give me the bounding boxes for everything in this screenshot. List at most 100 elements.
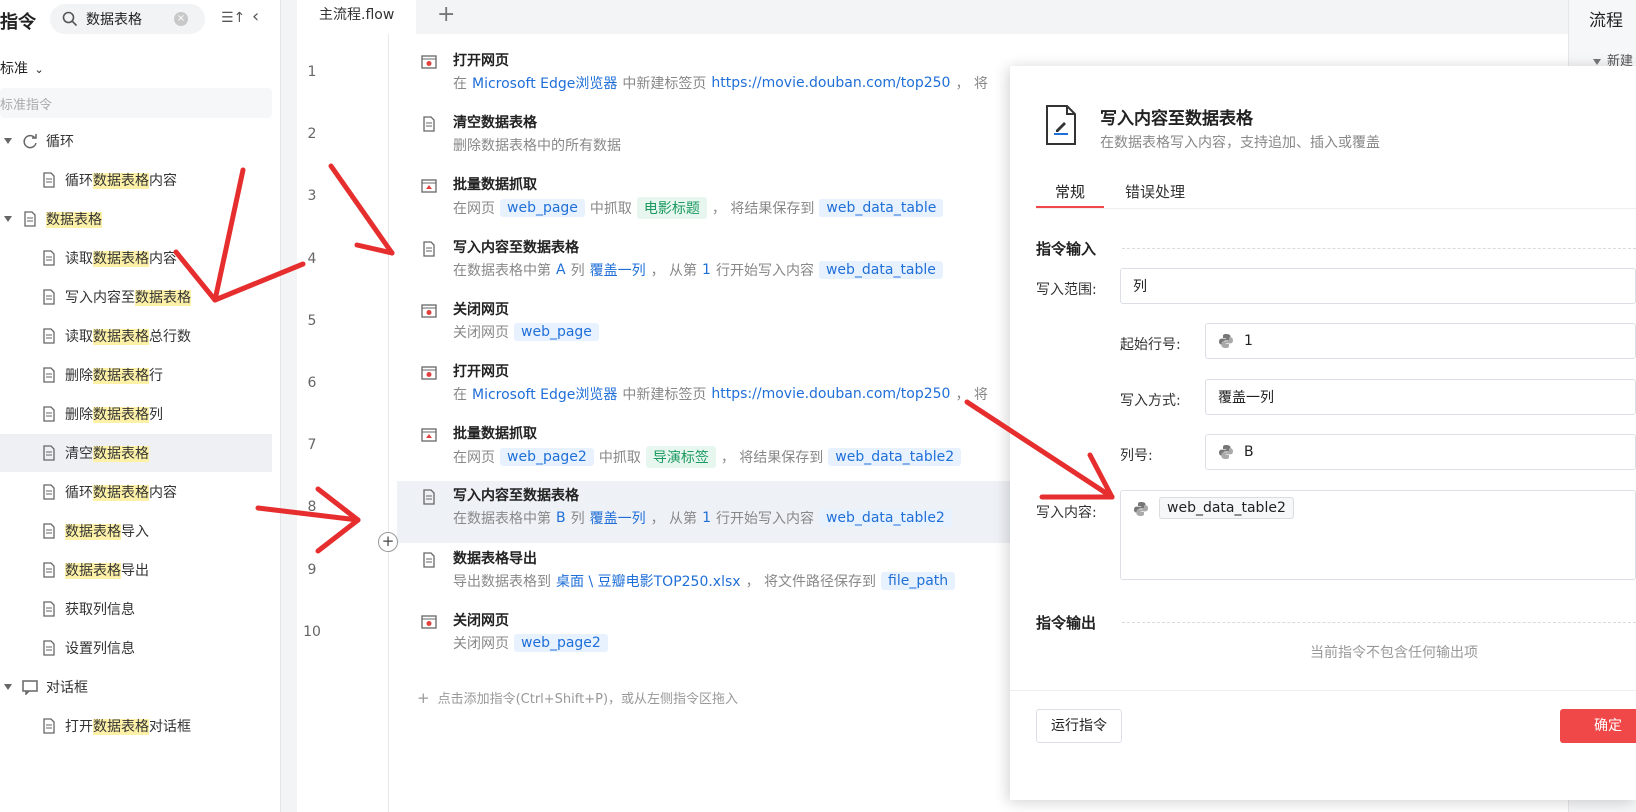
flow-step[interactable]: 打开网页在 Microsoft Edge浏览器 中新建标签页 https://movi…: [397, 46, 1017, 108]
tree-item-label: 读取数据表格内容: [65, 251, 177, 267]
write-mode-label: 写入方式:: [1120, 393, 1181, 409]
expand-icon: [4, 216, 12, 222]
start-row-input[interactable]: 1: [1205, 323, 1636, 359]
write-mode-select[interactable]: 覆盖一列: [1205, 379, 1636, 415]
export-icon: [421, 551, 437, 568]
instruction-dialog: 写入内容至数据表格 在数据表格写入内容，支持追加、插入或覆盖 常规 错误处理 指…: [1010, 66, 1636, 800]
category-select[interactable]: 标准 ⌄: [0, 58, 44, 78]
step-text: 中抓取: [589, 201, 632, 218]
set-column-icon: [41, 640, 57, 656]
clear-table-icon: [421, 116, 437, 132]
confirm-button[interactable]: 确定: [1560, 709, 1636, 743]
line-number: 3: [307, 188, 317, 205]
tree-item[interactable]: 设置列信息: [41, 629, 135, 667]
gutter-divider: [388, 34, 389, 812]
range-select[interactable]: 列: [1120, 268, 1636, 304]
browser-icon: [421, 365, 437, 381]
flow-step[interactable]: 写入内容至数据表格 在数据表格中第 B 列覆盖一列， 从第 1 行开始写入内容 web_da…: [397, 481, 1017, 544]
step-text: 在网页: [453, 450, 495, 467]
standard-filter-input[interactable]: 标准指令: [0, 88, 272, 118]
sort-icon[interactable]: ☰↑: [221, 10, 245, 26]
tree-item[interactable]: 循环数据表格内容: [41, 161, 177, 199]
step-text: 在: [453, 387, 467, 403]
loop-icon: [22, 133, 38, 149]
tree-item[interactable]: 打开数据表格对话框: [41, 707, 191, 745]
tab-main-flow[interactable]: 主流程.flow: [297, 0, 417, 34]
search-box[interactable]: 数据表格 ×: [50, 4, 205, 34]
tree-item[interactable]: 写入内容至数据表格: [41, 278, 191, 316]
tree-item-label: 循环数据表格内容: [65, 173, 177, 189]
content-input[interactable]: web_data_table2: [1120, 490, 1636, 580]
tab-error-handling[interactable]: 错误处理: [1125, 181, 1185, 202]
step-title: 打开网页: [453, 53, 509, 69]
search-icon: [62, 11, 78, 27]
tree-item-label: 清空数据表格: [65, 446, 149, 462]
variable-chip[interactable]: web_data_table2: [1159, 497, 1294, 519]
scrape-icon: [421, 178, 437, 194]
step-title: 写入内容至数据表格: [453, 488, 579, 505]
tree-group[interactable]: 循环: [4, 126, 74, 156]
step-text: https://movie.douban.com/top250: [711, 386, 951, 402]
step-title: 打开网页: [453, 364, 509, 380]
start-row-value: 1: [1244, 333, 1253, 349]
tree-item[interactable]: 清空数据表格: [0, 434, 272, 472]
scrape-icon: [421, 427, 437, 443]
line-number: 7: [307, 437, 317, 454]
tree-item[interactable]: 数据表格导入: [41, 512, 149, 550]
flow-step[interactable]: 写入内容至数据表格 在数据表格中第 A 列覆盖一列， 从第 1 行开始写入内容 web_da…: [397, 233, 1017, 295]
flow-step[interactable]: 清空数据表格 删除数据表格中的所有数据: [397, 108, 1017, 170]
column-value: B: [1244, 444, 1254, 460]
search-input[interactable]: 数据表格: [86, 9, 142, 29]
add-tab-button[interactable]: +: [437, 2, 455, 27]
loop-table-icon: [41, 484, 57, 500]
tree-item[interactable]: 数据表格导出: [41, 551, 149, 589]
tab-general[interactable]: 常规: [1040, 181, 1100, 202]
panel-title: 指令: [0, 12, 36, 33]
tree-item[interactable]: 获取列信息: [41, 590, 135, 628]
tree-item[interactable]: 删除数据表格行: [41, 356, 163, 394]
instruction-panel: 指令 数据表格 × ☰↑ ‹ 标准 ⌄ 标准指令 循环 循环数据表格内容 数据表格读…: [0, 0, 281, 812]
tree-item-label: 打开数据表格对话框: [65, 719, 191, 735]
flow-step[interactable]: 批量数据抓取 在网页 web_page2 中抓取 导演标签， 将结果保存到 web_dat…: [397, 419, 1017, 481]
insert-step-button[interactable]: +: [378, 532, 398, 552]
step-text: Microsoft Edge浏览器: [472, 387, 618, 403]
tree-item[interactable]: 循环数据表格内容: [41, 473, 177, 511]
run-instruction-button[interactable]: 运行指令: [1036, 709, 1122, 743]
write-mode-value: 覆盖一列: [1218, 390, 1274, 406]
close-page-icon: [421, 614, 437, 630]
flow-step[interactable]: 数据表格导出 导出数据表格到 桌面 \ 豆瓣电影TOP250.xlsx， 将文件路径…: [397, 544, 1017, 606]
step-description: 删除数据表格中的所有数据: [453, 135, 621, 155]
flow-step[interactable]: 关闭网页 关闭网页 web_page: [397, 295, 1017, 357]
step-text: 桌面 \ 豆瓣电影TOP250.xlsx: [556, 573, 741, 590]
flow-step[interactable]: 打开网页在 Microsoft Edge浏览器 中新建标签页 https://movi…: [397, 357, 1017, 419]
doc-icon: [41, 367, 57, 383]
step-text: ， 将: [955, 76, 988, 92]
flow-panel-title: 流程: [1589, 11, 1623, 31]
tree-group[interactable]: 数据表格: [4, 204, 102, 234]
export-icon: [41, 562, 57, 578]
add-instruction-hint[interactable]: + 点击添加指令(Ctrl+Shift+P)，或从左侧指令区拖入: [417, 688, 738, 707]
tree-group[interactable]: 对话框: [4, 672, 88, 702]
flow-step[interactable]: 关闭网页 关闭网页 web_page2: [397, 606, 1017, 668]
step-text: B: [556, 510, 566, 527]
tree-item[interactable]: 读取数据表格内容: [41, 239, 177, 277]
column-input[interactable]: B: [1205, 434, 1636, 470]
variable-tag: web_page2: [514, 633, 608, 652]
range-value: 列: [1133, 279, 1147, 295]
section-divider: [1122, 622, 1636, 623]
clear-search-icon[interactable]: ×: [174, 12, 188, 26]
collapse-icon[interactable]: ‹: [252, 6, 259, 27]
step-text: 列: [570, 511, 585, 528]
step-text: ， 将文件路径保存到: [745, 573, 877, 590]
step-description: 关闭网页 web_page: [453, 322, 599, 342]
tree-item[interactable]: 读取数据表格总行数: [41, 317, 191, 355]
variable-tag: 导演标签: [645, 446, 716, 469]
step-text: https://movie.douban.com/top250: [711, 75, 951, 91]
start-row-label: 起始行号:: [1120, 337, 1181, 353]
tree-item[interactable]: 删除数据表格列: [41, 395, 163, 433]
tree-item-label: 删除数据表格行: [65, 368, 163, 384]
variable-tag: web_data_table2: [828, 448, 962, 467]
line-number: 5: [307, 312, 317, 329]
flow-step[interactable]: 批量数据抓取 在网页 web_page 中抓取 电影标题， 将结果保存到 web_data…: [397, 170, 1017, 232]
step-text: 中抓取: [598, 450, 641, 467]
